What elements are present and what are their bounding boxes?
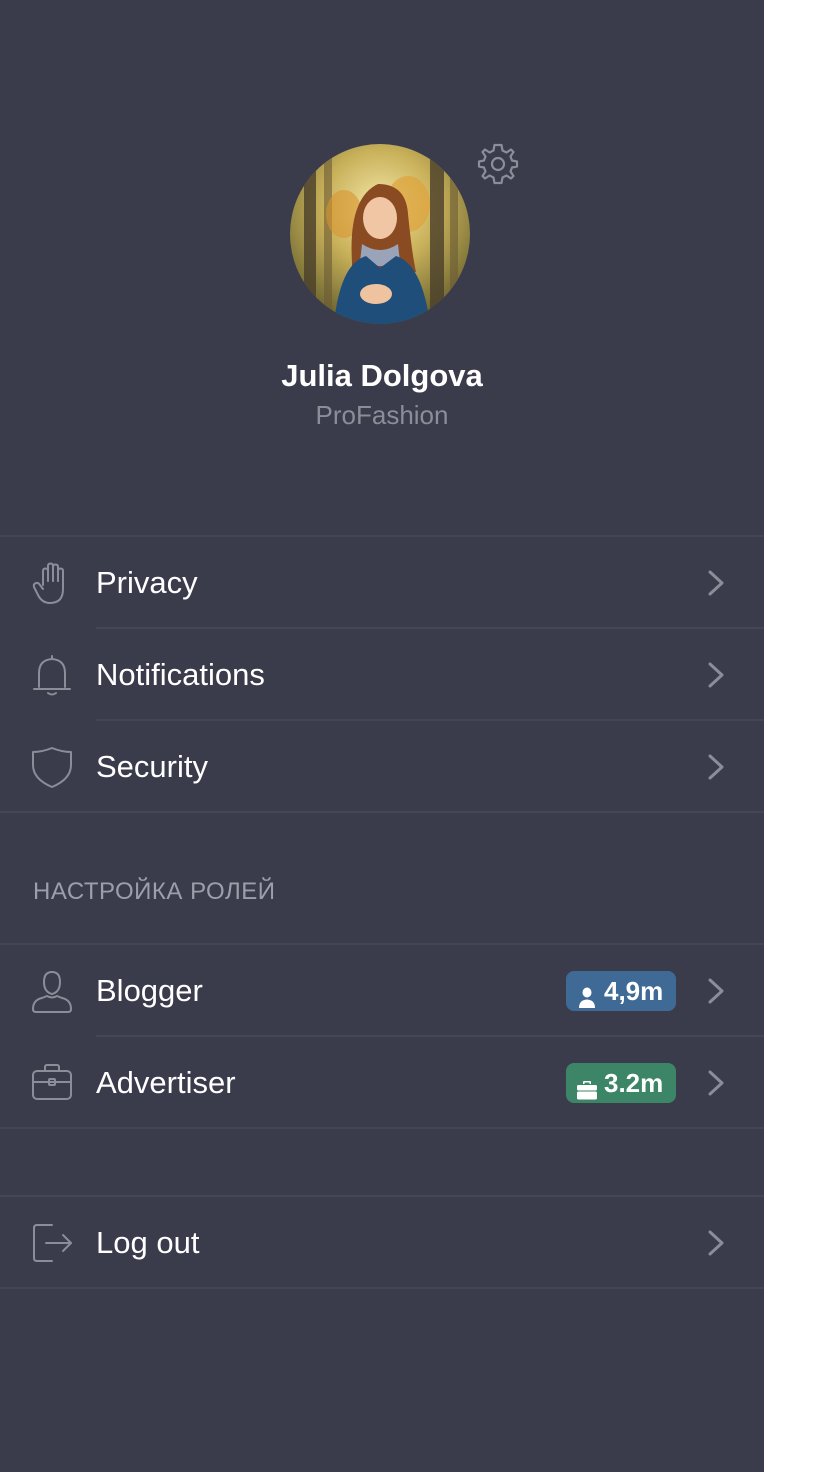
- shield-icon: [30, 745, 74, 789]
- side-drawer: Julia Dolgova ProFashion Privacy Notific…: [0, 0, 764, 1472]
- chevron-right-icon: [704, 977, 728, 1005]
- role-item-advertiser[interactable]: Advertiser 3.2m: [0, 1037, 764, 1129]
- chevron-right-icon: [704, 1229, 728, 1257]
- chevron-right-icon: [704, 661, 728, 689]
- section-title-roles: НАСТРОЙКА РОЛЕЙ: [33, 878, 276, 905]
- role-item-label: Blogger: [96, 973, 203, 1008]
- profile-subtitle: ProFashion: [315, 400, 449, 430]
- briefcase-icon: [576, 1072, 598, 1100]
- person-icon: [576, 980, 598, 1008]
- logout-label: Log out: [96, 1225, 200, 1260]
- menu-item-privacy[interactable]: Privacy: [0, 537, 764, 629]
- menu-item-notifications[interactable]: Notifications: [0, 629, 764, 721]
- chevron-right-icon: [704, 1069, 728, 1097]
- chevron-right-icon: [704, 569, 728, 597]
- user-icon: [30, 969, 74, 1013]
- profile-name: Julia Dolgova: [281, 358, 483, 393]
- hand-icon: [30, 561, 74, 605]
- followers-badge: 4,9m: [566, 971, 676, 1011]
- menu-item-security[interactable]: Security: [0, 721, 764, 813]
- role-item-label: Advertiser: [96, 1065, 236, 1100]
- divider: [0, 811, 764, 813]
- badge-value: 3.2m: [604, 1068, 664, 1098]
- settings-gear-icon[interactable]: [476, 142, 520, 186]
- badge-value: 4,9m: [604, 976, 664, 1006]
- menu-item-label: Privacy: [96, 565, 198, 600]
- bell-icon: [30, 653, 74, 697]
- briefcase-icon: [30, 1061, 74, 1105]
- reach-badge: 3.2m: [566, 1063, 676, 1103]
- chevron-right-icon: [704, 753, 728, 781]
- logout-icon: [30, 1221, 74, 1265]
- menu-item-label: Security: [96, 749, 208, 784]
- menu-item-label: Notifications: [96, 657, 265, 692]
- avatar[interactable]: [290, 144, 470, 324]
- logout-button[interactable]: Log out: [0, 1197, 764, 1289]
- divider: [0, 1127, 764, 1129]
- divider: [0, 1287, 764, 1289]
- role-item-blogger[interactable]: Blogger 4,9m: [0, 945, 764, 1037]
